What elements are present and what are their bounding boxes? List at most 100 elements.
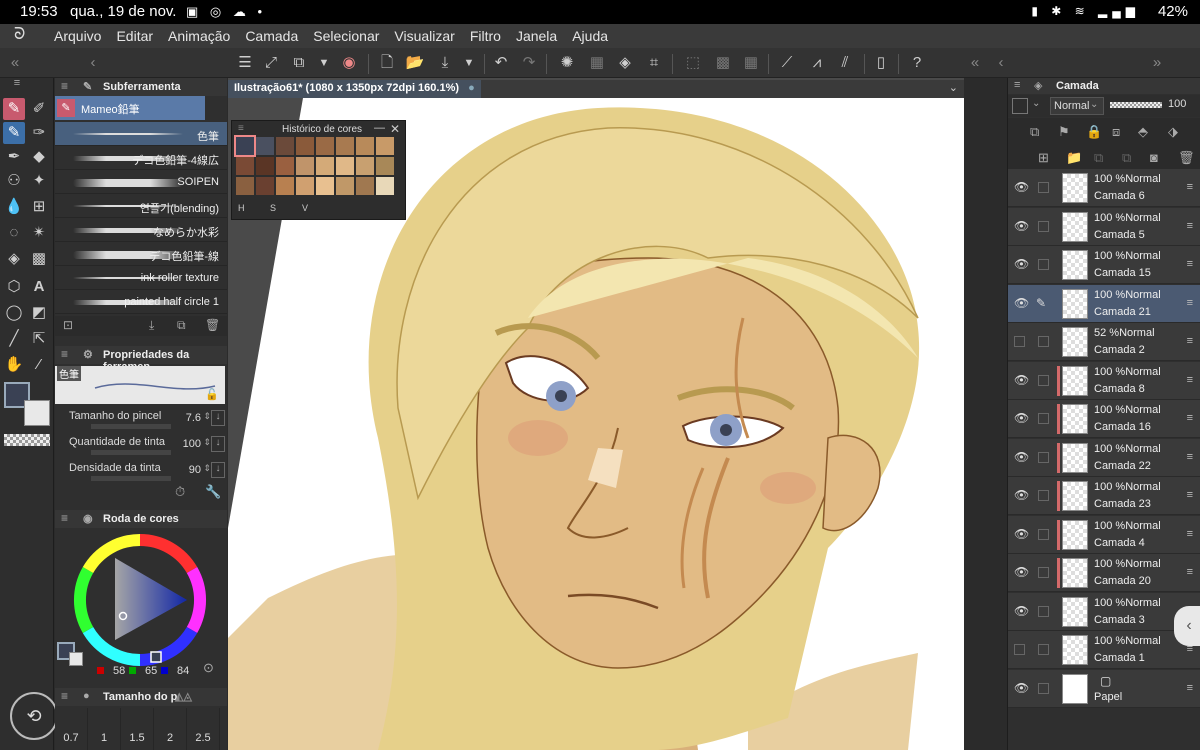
speech-balloon-icon[interactable]: ◯ xyxy=(3,302,25,324)
reset-icon[interactable]: ⏱ xyxy=(175,484,185,500)
brush-size-item[interactable]: 1.5 xyxy=(121,708,154,750)
layer-menu-icon[interactable]: ≡ xyxy=(1187,451,1193,463)
expand-icon[interactable]: » xyxy=(1146,52,1168,74)
stepper-icon[interactable]: ⇕ xyxy=(203,437,211,448)
download-setting-icon[interactable]: ↓ xyxy=(211,436,225,452)
color-swatch[interactable] xyxy=(376,137,394,155)
operation-tool-icon[interactable]: ⇱ xyxy=(28,328,50,350)
layer-row[interactable]: 👁 100 %Normal Camada 15 ≡ xyxy=(1008,246,1200,284)
menu-item-5[interactable]: Visualizar xyxy=(394,28,454,44)
tool-property-row[interactable]: Quantidade de tinta 100 ⇕ ↓ xyxy=(55,434,227,460)
reference-icon[interactable]: ⚑ xyxy=(1058,124,1070,140)
layer-checkbox[interactable] xyxy=(1038,182,1049,193)
chevron-left-icon-3[interactable]: ‹ xyxy=(990,52,1012,74)
mask-icon[interactable]: ⬘ xyxy=(1138,124,1148,140)
layer-menu-icon[interactable]: ≡ xyxy=(1187,566,1193,578)
layer-checkbox[interactable] xyxy=(1038,336,1049,347)
gradient-tool-icon[interactable]: ▩ xyxy=(28,248,50,270)
wrench-icon[interactable]: 🔧 xyxy=(205,484,221,500)
visibility-eye-icon[interactable]: 👁 xyxy=(1014,373,1029,387)
menu-item-8[interactable]: Ajuda xyxy=(572,28,608,44)
color-swatch[interactable] xyxy=(336,177,354,195)
fountain-pen-icon[interactable]: ✒ xyxy=(3,146,25,168)
open-file-icon[interactable]: 📂 xyxy=(404,52,426,74)
layer-menu-icon[interactable]: ≡ xyxy=(1187,297,1193,309)
brush-tool-icon[interactable]: ✎ xyxy=(3,122,25,144)
layer-row[interactable]: 52 %Normal Camada 2 ≡ xyxy=(1008,323,1200,361)
visibility-eye-icon[interactable]: 👁 xyxy=(1014,450,1029,464)
property-value[interactable]: 90 xyxy=(189,464,201,476)
ruler-special-icon[interactable]: ⫽ xyxy=(834,52,856,74)
redo-icon[interactable]: ↷ xyxy=(518,52,540,74)
brush-item[interactable]: 色筆 xyxy=(55,122,227,146)
visibility-off-icon[interactable] xyxy=(1014,644,1025,655)
layer-checkbox[interactable] xyxy=(1038,605,1049,617)
layer-checkbox[interactable] xyxy=(1038,413,1049,424)
wheel-settings-icon[interactable]: ⊙ xyxy=(203,660,214,676)
layer-menu-icon[interactable]: ≡ xyxy=(1187,374,1193,386)
line-tool-icon[interactable]: ╱ xyxy=(3,328,25,350)
layer-menu-icon[interactable]: ≡ xyxy=(1187,335,1193,347)
color-swatch[interactable] xyxy=(256,157,274,175)
layer-row[interactable]: 👁 100 %Normal Camada 23 ≡ xyxy=(1008,477,1200,515)
color-swatch[interactable] xyxy=(276,157,294,175)
color-history-window[interactable]: ≡ Histórico de cores — ✕ H S V xyxy=(231,120,406,220)
menu-item-4[interactable]: Selecionar xyxy=(313,28,379,44)
stepper-icon[interactable]: ⇕ xyxy=(203,463,211,474)
color-swatch[interactable] xyxy=(236,177,254,195)
help-icon[interactable]: ? xyxy=(906,52,928,74)
new-folder-icon[interactable]: 📁 xyxy=(1066,150,1082,166)
layer-checkbox[interactable] xyxy=(1038,374,1049,386)
color-swatch[interactable] xyxy=(234,135,256,157)
visibility-eye-icon[interactable]: 👁 xyxy=(1014,180,1029,194)
layer-menu-icon[interactable]: ≡ xyxy=(1187,181,1193,193)
layer-row[interactable]: 👁 100 %Normal Camada 20 ≡ xyxy=(1008,554,1200,592)
chevron-down-icon[interactable]: ▼ xyxy=(313,52,335,74)
ruler-icon[interactable]: ⟋ xyxy=(776,52,798,74)
brush-size-item[interactable]: 2.5 xyxy=(187,708,220,750)
color-swatch[interactable] xyxy=(296,137,314,155)
layer-lock-icon[interactable]: ⧉ xyxy=(1030,124,1039,140)
airbrush-tool-icon[interactable]: ✑ xyxy=(28,122,50,144)
visibility-eye-icon[interactable]: 👁 xyxy=(1014,296,1029,310)
visibility-eye-icon[interactable]: 👁 xyxy=(1014,257,1029,271)
brush-size-item[interactable]: 2 xyxy=(154,708,187,750)
layer-row[interactable]: 👁 100 %Normal Camada 22 ≡ xyxy=(1008,438,1200,477)
color-swatch[interactable] xyxy=(316,157,334,175)
color-swatch[interactable] xyxy=(376,177,394,195)
clear-icon[interactable]: ▦ xyxy=(586,52,608,74)
layer-checkbox[interactable] xyxy=(1038,220,1049,232)
collapse-left-icon[interactable]: « xyxy=(4,52,26,74)
layer-menu-icon[interactable]: ≡ xyxy=(1187,682,1193,694)
fit-canvas-icon[interactable]: ⤢ xyxy=(260,52,282,74)
eyedropper-icon[interactable]: ⁄ xyxy=(28,354,50,376)
brush-item[interactable]: ink roller texture xyxy=(55,266,227,290)
rotate-canvas-icon[interactable]: ⟲ xyxy=(10,692,58,740)
loading-icon[interactable]: ✺ xyxy=(556,52,578,74)
delete-brush-icon[interactable]: 🗑 xyxy=(205,318,220,332)
deselect-icon[interactable]: ▩ xyxy=(712,52,734,74)
menu-item-0[interactable]: Arquivo xyxy=(54,28,101,44)
clip-icon[interactable]: ⧈ xyxy=(1112,124,1120,140)
minimize-icon[interactable]: — xyxy=(374,122,385,134)
fill-tool-icon[interactable]: ◈ xyxy=(3,248,25,270)
layer-row[interactable]: 👁 100 %Normal Camada 16 ≡ xyxy=(1008,400,1200,438)
layer-row[interactable]: 👁 100 %Normal Camada 5 ≡ xyxy=(1008,207,1200,246)
eraser-tool-icon[interactable]: ◆ xyxy=(28,146,50,168)
hue-cursor[interactable] xyxy=(150,651,162,663)
color-swatch[interactable] xyxy=(356,137,374,155)
magic-wand-icon[interactable]: ✴ xyxy=(28,222,50,244)
layer-checkbox[interactable] xyxy=(1038,259,1049,270)
palette-icon[interactable]: ⬗ xyxy=(1168,124,1178,140)
crop-icon[interactable]: ⌗ xyxy=(643,52,665,74)
smartphone-icon[interactable]: ▯ xyxy=(870,52,892,74)
property-value[interactable]: 100 xyxy=(183,438,201,450)
color-swatch[interactable] xyxy=(376,157,394,175)
visibility-eye-icon[interactable]: 👁 xyxy=(1014,411,1029,425)
brush-size-item[interactable]: 1 xyxy=(88,708,121,750)
collapse-right-icon[interactable]: « xyxy=(964,52,986,74)
color-swatch[interactable] xyxy=(256,137,274,155)
download-setting-icon[interactable]: ↓ xyxy=(211,462,225,478)
visibility-eye-icon[interactable]: 👁 xyxy=(1014,488,1029,502)
save-icon[interactable]: ⤓ xyxy=(434,52,456,74)
